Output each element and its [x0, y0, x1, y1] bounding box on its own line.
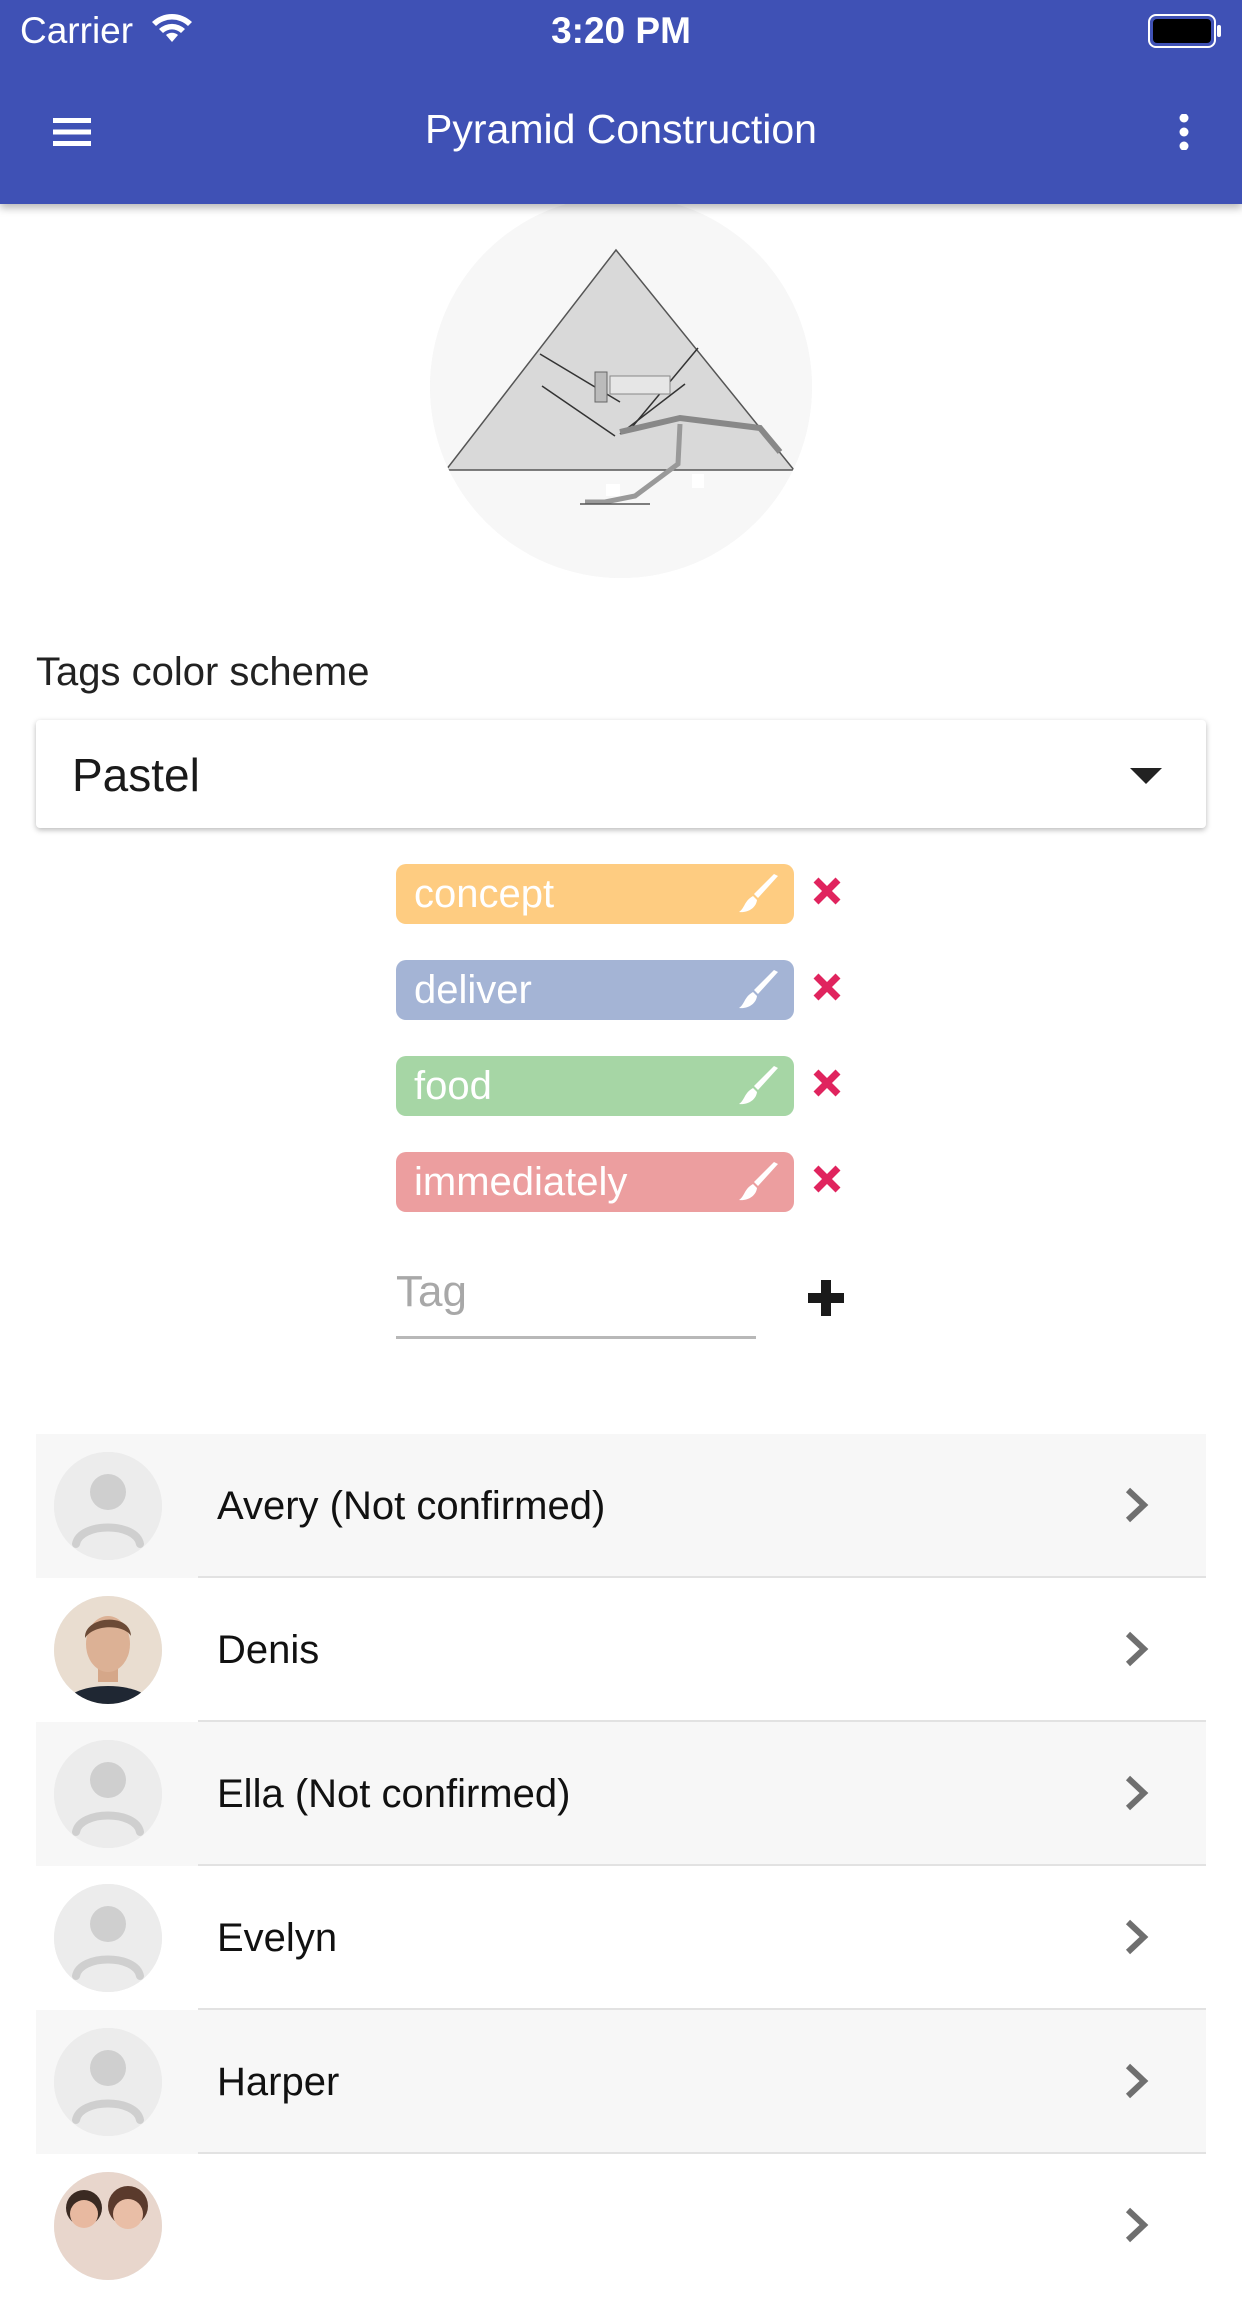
tag-row: deliver	[396, 960, 856, 1020]
avatar-placeholder-icon	[54, 2028, 162, 2136]
member-name: Denis	[217, 1628, 320, 1672]
scheme-selected-value: Pastel	[72, 749, 200, 801]
avatar-photo	[54, 1596, 162, 1704]
status-bar: Carrier 3:20 PM	[0, 0, 1242, 62]
new-tag-input[interactable]	[396, 1252, 756, 1332]
tag-row: immediately	[396, 1152, 856, 1212]
tag-label: deliver	[414, 968, 532, 1012]
avatar-placeholder-icon	[54, 1740, 162, 1848]
paint-brush-icon[interactable]	[738, 1162, 780, 1207]
member-name: Ella (Not confirmed)	[217, 1772, 571, 1816]
more-vertical-icon	[1178, 113, 1190, 155]
tag-label: immediately	[414, 1160, 628, 1204]
member-name: Harper	[217, 2060, 340, 2104]
tag-row: concept	[396, 864, 856, 924]
tag-chip[interactable]: concept	[396, 864, 794, 924]
status-time: 3:20 PM	[551, 10, 691, 51]
member-row[interactable]: Evelyn	[36, 1866, 1206, 2010]
tag-chip[interactable]: immediately	[396, 1152, 794, 1212]
remove-tag-icon[interactable]	[812, 1068, 842, 1103]
tag-row: food	[396, 1056, 856, 1116]
app-bar: Pyramid Construction	[0, 62, 1242, 204]
chevron-right-icon	[1124, 2206, 1150, 2249]
add-tag-icon[interactable]	[808, 1280, 844, 1321]
avatar-photo	[54, 2172, 162, 2280]
avatar-placeholder-icon	[54, 1884, 162, 1992]
member-row[interactable]	[36, 2154, 1206, 2298]
scheme-label: Tags color scheme	[36, 650, 370, 694]
chevron-right-icon	[1124, 1486, 1150, 1529]
chevron-right-icon	[1124, 2062, 1150, 2105]
pyramid-cross-section-image	[430, 196, 812, 578]
chevron-right-icon	[1124, 1630, 1150, 1673]
chevron-right-icon	[1124, 1774, 1150, 1817]
member-row[interactable]: Denis	[36, 1578, 1206, 1722]
remove-tag-icon[interactable]	[812, 1164, 842, 1199]
page-title: Pyramid Construction	[425, 106, 817, 152]
member-name: Avery (Not confirmed)	[217, 1484, 606, 1528]
avatar-placeholder-icon	[54, 1452, 162, 1560]
paint-brush-icon[interactable]	[738, 874, 780, 919]
more-options-button[interactable]	[1152, 102, 1216, 166]
tag-label: food	[414, 1064, 492, 1108]
scheme-dropdown[interactable]: Pastel	[36, 720, 1206, 828]
battery-icon	[1148, 14, 1222, 53]
new-tag-field	[396, 1252, 756, 1339]
member-name: Evelyn	[217, 1916, 338, 1960]
dropdown-caret-icon	[1130, 768, 1162, 784]
tag-chip[interactable]: deliver	[396, 960, 794, 1020]
tags-list: concept deliver food immediately	[396, 864, 856, 1248]
tag-label: concept	[414, 872, 555, 916]
header: Carrier 3:20 PM Pyramid Construction	[0, 0, 1242, 204]
members-list: Avery (Not confirmed) Denis Ella (Not co…	[36, 1434, 1206, 2298]
member-row[interactable]: Avery (Not confirmed)	[36, 1434, 1206, 1578]
project-image[interactable]	[430, 196, 812, 578]
chevron-right-icon	[1124, 1918, 1150, 1961]
tag-chip[interactable]: food	[396, 1056, 794, 1116]
remove-tag-icon[interactable]	[812, 876, 842, 911]
member-row[interactable]: Ella (Not confirmed)	[36, 1722, 1206, 1866]
paint-brush-icon[interactable]	[738, 1066, 780, 1111]
member-row[interactable]: Harper	[36, 2010, 1206, 2154]
remove-tag-icon[interactable]	[812, 972, 842, 1007]
paint-brush-icon[interactable]	[738, 970, 780, 1015]
